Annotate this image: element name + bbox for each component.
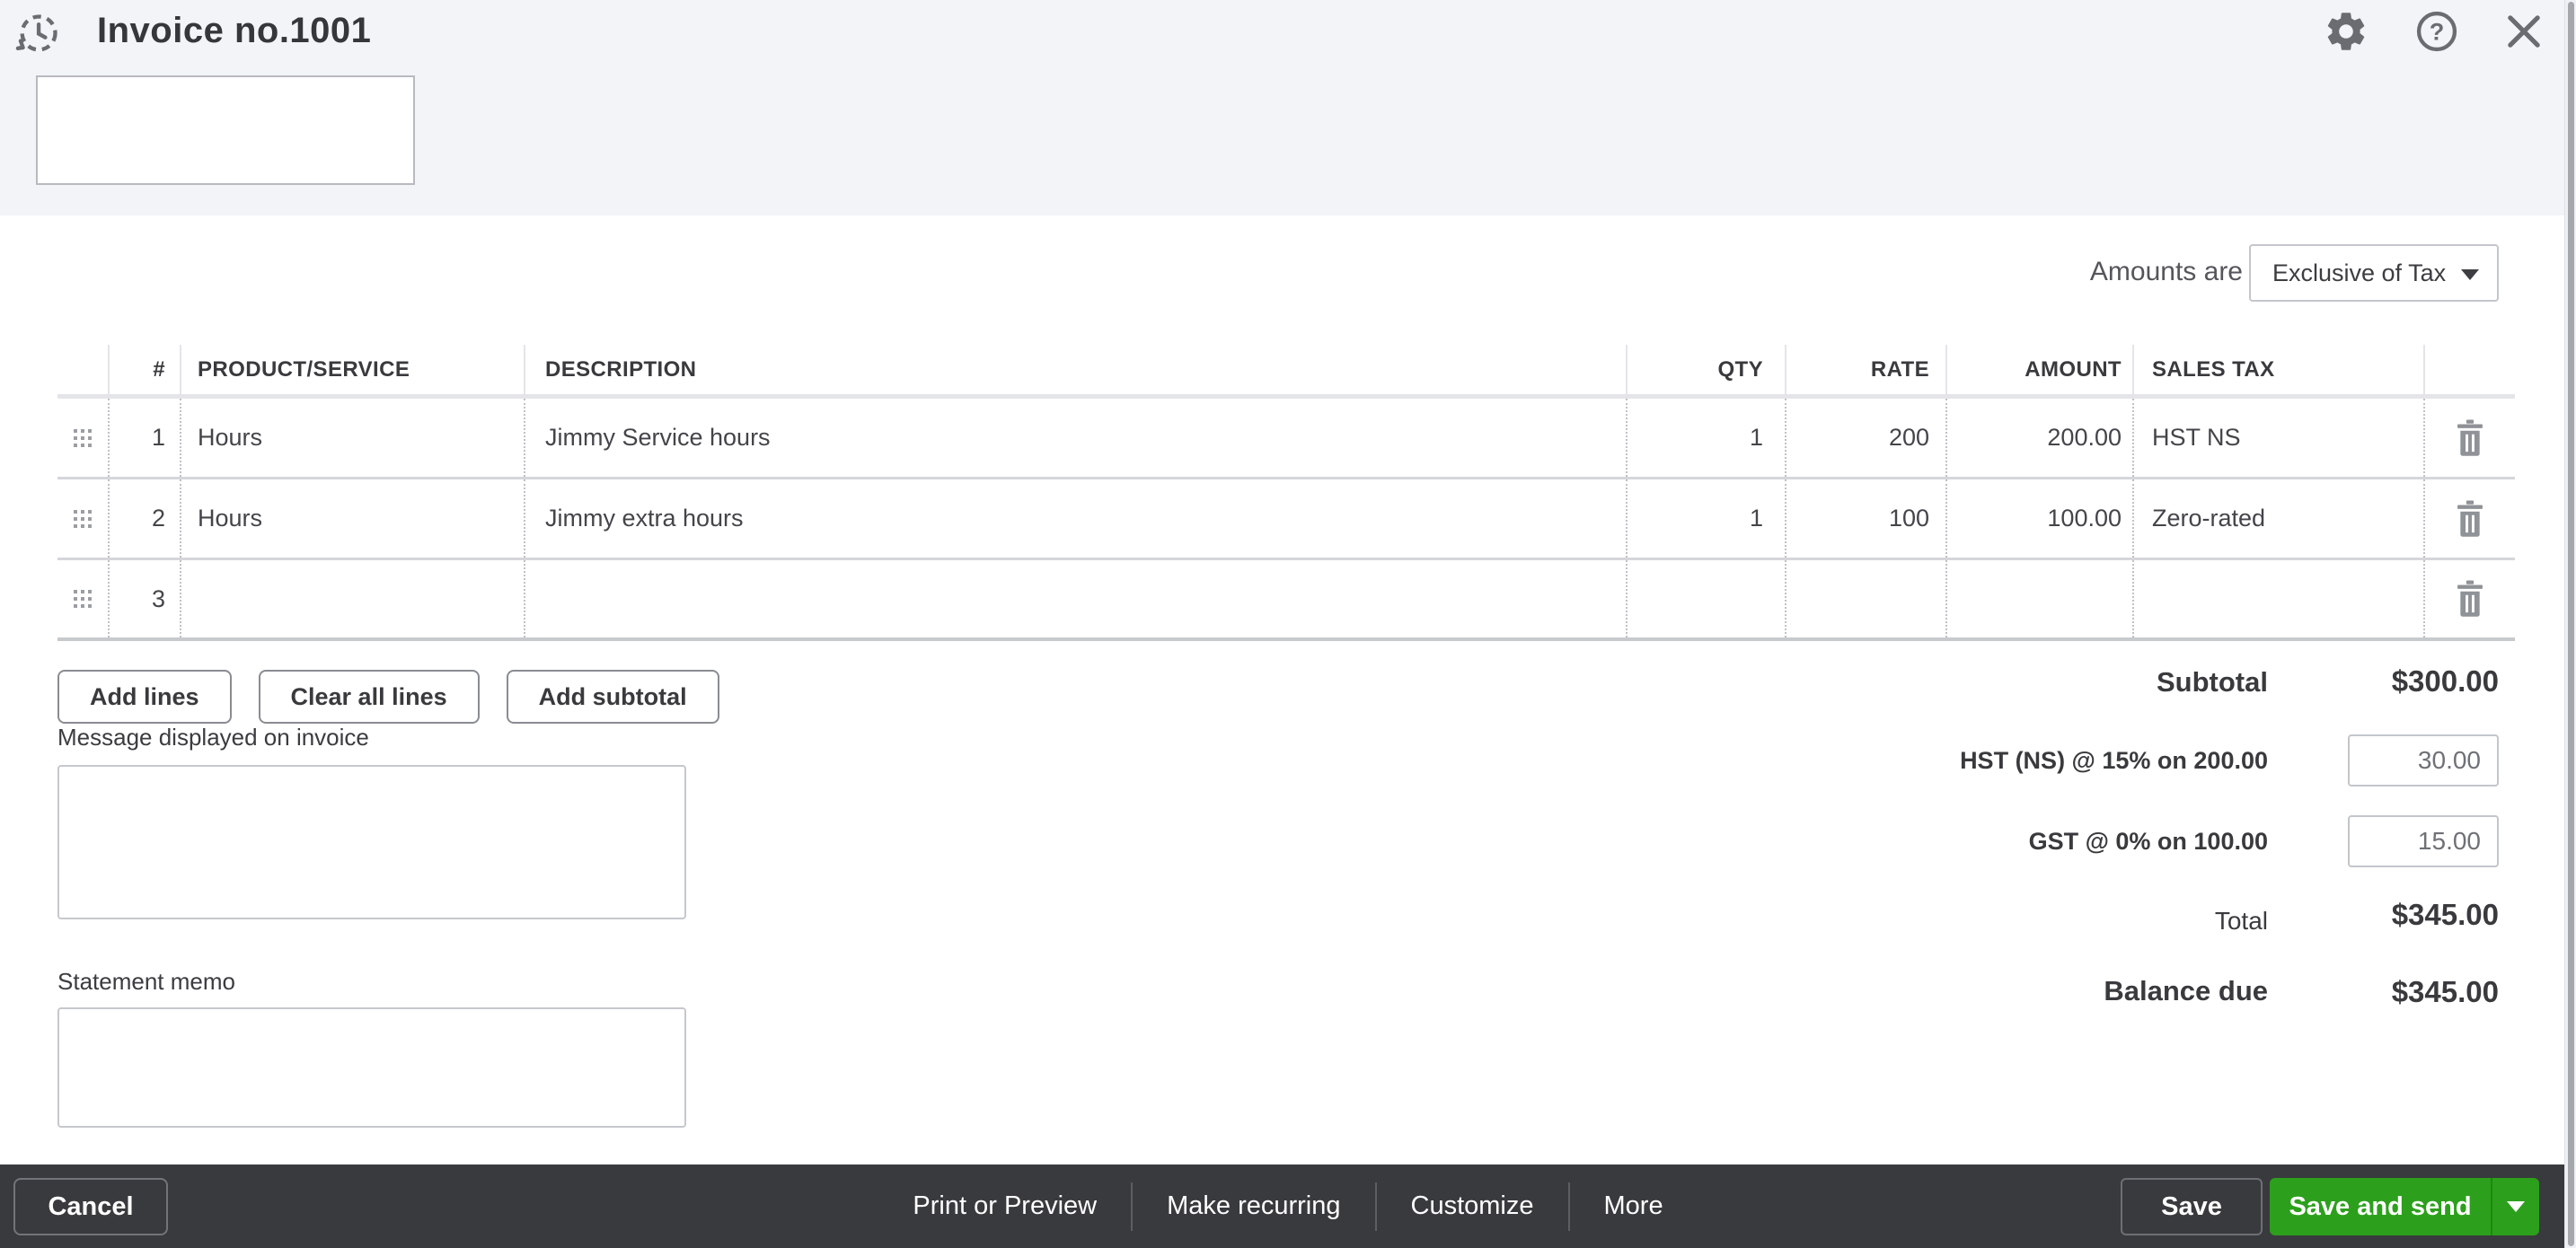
svg-text:?: ? [2430, 18, 2445, 46]
description-cell[interactable] [524, 560, 1626, 637]
settings-gear-icon[interactable] [2323, 8, 2369, 55]
balance-due-value: $345.00 [2392, 975, 2499, 1009]
help-icon[interactable]: ? [2413, 8, 2460, 55]
sales-tax-cell[interactable]: HST NS [2132, 399, 2423, 477]
cutoff-input-field[interactable] [36, 75, 415, 185]
balance-due-label: Balance due [2104, 975, 2268, 1007]
save-and-send-button[interactable]: Save and send [2270, 1178, 2491, 1235]
statement-memo-textarea[interactable] [57, 1007, 686, 1128]
table-header-row: # PRODUCT/SERVICE DESCRIPTION QTY RATE A… [57, 345, 2515, 399]
amounts-are-select[interactable]: Exclusive of Tax [2249, 244, 2499, 302]
header-product-service: PRODUCT/SERVICE [180, 345, 524, 394]
save-button[interactable]: Save [2121, 1178, 2263, 1235]
row-number: 2 [108, 479, 180, 558]
header-handle-cell [57, 345, 108, 394]
header-num: # [108, 345, 180, 394]
hst-tax-input[interactable] [2348, 734, 2499, 787]
print-or-preview-button[interactable]: Print or Preview [878, 1191, 1131, 1221]
trash-icon[interactable] [2452, 578, 2488, 620]
row-number: 3 [108, 560, 180, 637]
clear-all-lines-button[interactable]: Clear all lines [259, 670, 480, 724]
total-value: $345.00 [2392, 898, 2499, 932]
add-lines-button[interactable]: Add lines [57, 670, 232, 724]
qty-cell[interactable] [1626, 560, 1785, 637]
table-row: 3 [57, 560, 2515, 641]
make-recurring-button[interactable]: Make recurring [1133, 1191, 1374, 1221]
subtotal-value: $300.00 [2392, 664, 2499, 699]
sales-tax-cell[interactable] [2132, 560, 2423, 637]
save-and-send-split-button: Save and send [2270, 1178, 2539, 1235]
trash-icon[interactable] [2452, 417, 2488, 459]
message-textarea[interactable] [57, 765, 686, 919]
scrollbar-thumb[interactable] [2568, 2, 2574, 1246]
amounts-are-value: Exclusive of Tax [2251, 259, 2446, 287]
message-label: Message displayed on invoice [57, 724, 369, 751]
qty-cell[interactable]: 1 [1626, 479, 1785, 558]
trash-icon[interactable] [2452, 498, 2488, 540]
drag-handle-icon[interactable] [57, 560, 108, 637]
product-cell[interactable]: Hours [180, 399, 524, 477]
drag-handle-icon[interactable] [57, 399, 108, 477]
header-sales-tax: SALES TAX [2132, 345, 2423, 394]
customize-button[interactable]: Customize [1377, 1191, 1568, 1221]
gst-tax-input[interactable] [2348, 815, 2499, 867]
footer-bar: Cancel Print or Preview Make recurring C… [0, 1165, 2576, 1248]
table-row: 1 Hours Jimmy Service hours 1 200 200.00… [57, 399, 2515, 479]
header-trash-cell [2423, 345, 2515, 394]
product-cell[interactable] [180, 560, 524, 637]
header-description: DESCRIPTION [524, 345, 1626, 394]
close-icon[interactable] [2501, 8, 2547, 55]
amounts-are-label: Amounts are [2090, 257, 2243, 287]
amount-cell[interactable]: 200.00 [1945, 399, 2132, 477]
line-actions: Add lines Clear all lines Add subtotal [57, 670, 719, 724]
header-amount: AMOUNT [1945, 345, 2132, 394]
amount-cell[interactable] [1945, 560, 2132, 637]
drag-handle-icon[interactable] [57, 479, 108, 558]
gst-tax-label: GST @ 0% on 100.00 [2029, 828, 2268, 856]
chevron-down-icon [2507, 1201, 2525, 1212]
header-qty: QTY [1626, 345, 1785, 394]
more-button[interactable]: More [1570, 1191, 1698, 1221]
save-and-send-dropdown[interactable] [2491, 1178, 2539, 1235]
rate-cell[interactable]: 100 [1785, 479, 1945, 558]
chevron-down-icon [2461, 269, 2479, 280]
line-items-table: # PRODUCT/SERVICE DESCRIPTION QTY RATE A… [57, 345, 2515, 641]
add-subtotal-button[interactable]: Add subtotal [507, 670, 719, 724]
invoice-editor: Invoice no.1001 ? Amounts are Exclusive … [0, 0, 2576, 1248]
row-number: 1 [108, 399, 180, 477]
audit-history-icon[interactable] [14, 11, 61, 57]
rate-cell[interactable] [1785, 560, 1945, 637]
vertical-scrollbar[interactable] [2564, 0, 2576, 1248]
header-rate: RATE [1785, 345, 1945, 394]
titlebar: Invoice no.1001 ? [0, 0, 2576, 72]
description-cell[interactable]: Jimmy Service hours [524, 399, 1626, 477]
qty-cell[interactable]: 1 [1626, 399, 1785, 477]
rate-cell[interactable]: 200 [1785, 399, 1945, 477]
total-label: Total [2215, 907, 2268, 936]
table-row: 2 Hours Jimmy extra hours 1 100 100.00 Z… [57, 479, 2515, 560]
statement-memo-label: Statement memo [57, 968, 235, 996]
hst-tax-label: HST (NS) @ 15% on 200.00 [1960, 747, 2268, 775]
subtotal-label: Subtotal [2157, 666, 2268, 699]
page-title: Invoice no.1001 [97, 11, 371, 51]
sales-tax-cell[interactable]: Zero-rated [2132, 479, 2423, 558]
product-cell[interactable]: Hours [180, 479, 524, 558]
amount-cell[interactable]: 100.00 [1945, 479, 2132, 558]
description-cell[interactable]: Jimmy extra hours [524, 479, 1626, 558]
